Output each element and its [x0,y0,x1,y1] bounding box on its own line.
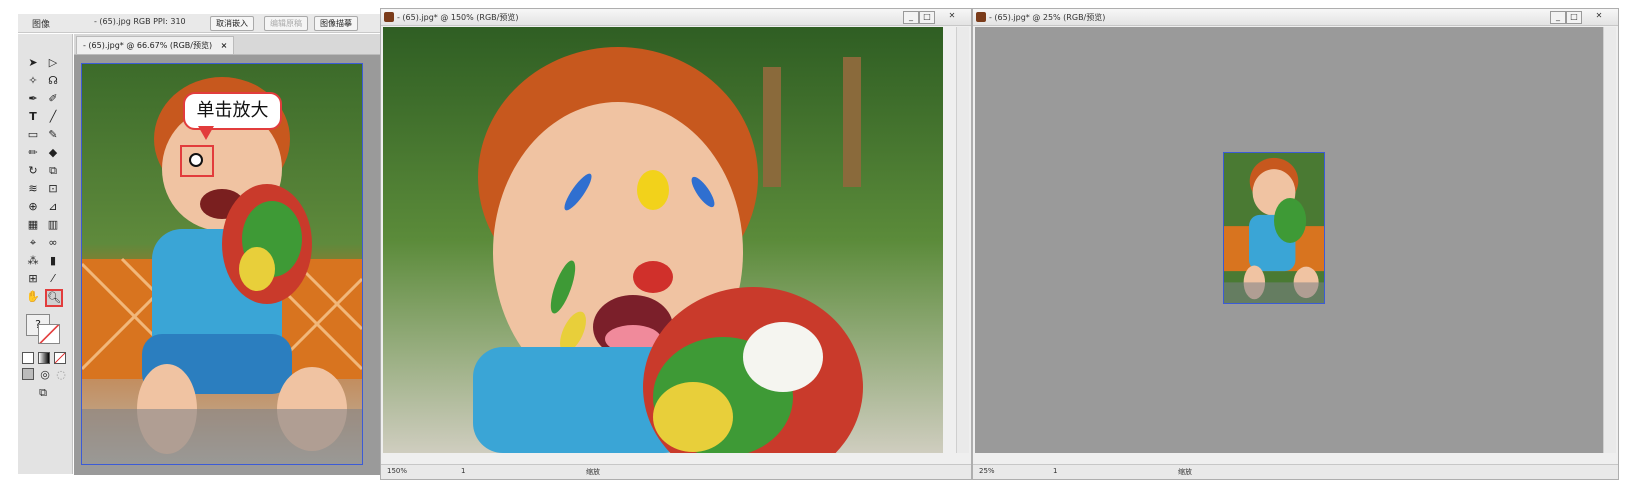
status-bar: 25% 1 缩放 [973,464,1618,479]
photo-image-150 [383,27,943,453]
document-window-25[interactable]: - (65).jpg* @ 25% (RGB/预览) _ □ ✕ 25% 1 缩… [972,8,1619,480]
cancel-embed-button[interactable]: 取消嵌入 [210,16,254,31]
zoomed-photo[interactable] [383,27,943,453]
gradient-tool-icon[interactable]: ▥ [46,218,60,232]
zoom-tool-icon[interactable]: 🔍︎ [45,289,63,307]
eraser-tool-icon[interactable]: ◆ [46,146,60,160]
mesh-tool-icon[interactable]: ▦ [26,218,40,232]
zoom-level-field[interactable]: 25% [979,467,995,475]
options-bar: 图像 - (65).jpg RGB PPI: 310 取消嵌入 编辑原稿 图像描… [18,14,380,33]
status-bar: 150% 1 缩放 [381,464,971,479]
draw-inside-icon[interactable]: ◌ [54,368,68,382]
blend-tool-icon[interactable]: ∞ [46,236,60,250]
photo-image-25 [1224,153,1324,303]
minimize-button[interactable]: _ [903,11,919,24]
rectangle-tool-icon[interactable]: ▭ [26,128,40,142]
direct-selection-icon[interactable]: ▷ [46,56,60,70]
shape-builder-icon[interactable]: ⊕ [26,200,40,214]
status-text: 缩放 [586,468,600,476]
window-title: - (65).jpg* @ 25% (RGB/预览) [989,13,1106,22]
screen-mode-icon[interactable]: ⧉ [34,386,52,400]
vertical-scrollbar[interactable] [1603,27,1616,453]
artboard-tool-icon[interactable]: ⊞ [26,272,40,286]
window-title-bar[interactable]: - (65).jpg* @ 150% (RGB/预览) _ □ ✕ [381,9,971,26]
draw-behind-icon[interactable]: ◎ [38,368,52,382]
width-tool-icon[interactable]: ≋ [26,182,40,196]
zoom-level-field[interactable]: 150% [387,467,407,475]
zoom-callout: 单击放大 [183,92,282,130]
scale-tool-icon[interactable]: ⧉ [46,164,60,178]
vertical-scrollbar[interactable] [956,27,969,453]
tools-panel: ➤ ▷ ✧ ☊ ✒ ✐ T ╱ ▭ ✎ ✏ ◆ ↻ ⧉ ≋ ⊡ ⊕ ⊿ ▦ ▥ … [18,34,73,474]
zoom-click-marker [180,145,214,177]
magic-wand-icon[interactable]: ✧ [26,74,40,88]
document-tab-bar: - (65).jpg* @ 66.67% (RGB/预览) × [74,34,380,55]
color-mode-icon[interactable] [22,352,34,364]
app-icon [384,12,394,22]
maximize-button[interactable]: □ [919,11,935,24]
status-text: 缩放 [1178,468,1192,476]
brush-tool-icon[interactable]: ✎ [46,128,60,142]
pencil-tool-icon[interactable]: ✏ [26,146,40,160]
stroke-swatch-icon[interactable] [38,324,60,344]
pen-tool-icon[interactable]: ✒ [26,92,40,106]
app-icon [976,12,986,22]
draw-normal-icon[interactable] [22,368,34,380]
placed-photo-small[interactable] [1223,152,1325,304]
window-title: - (65).jpg* @ 150% (RGB/预览) [397,13,519,22]
document-canvas[interactable] [975,27,1603,453]
panel-label: 图像 [32,20,51,30]
type-tool-icon[interactable]: T [26,110,40,124]
none-mode-icon[interactable] [54,352,66,364]
eyedropper-icon[interactable]: ⌖ [26,236,40,250]
zoom-cursor-icon [189,153,203,167]
slice-tool-icon[interactable]: ⁄ [46,272,60,286]
close-button[interactable]: ✕ [945,11,959,22]
document-window-150[interactable]: - (65).jpg* @ 150% (RGB/预览) _ □ ✕ 150% 1… [380,8,972,480]
symbol-sprayer-icon[interactable]: ⁂ [26,254,40,268]
document-tab[interactable]: - (65).jpg* @ 66.67% (RGB/预览) × [76,36,235,54]
page-number-field[interactable]: 1 [461,467,465,475]
edit-original-button[interactable]: 编辑原稿 [264,16,308,31]
curvature-icon[interactable]: ✐ [46,92,60,106]
rotate-tool-icon[interactable]: ↻ [26,164,40,178]
maximize-button[interactable]: □ [1566,11,1582,24]
page-number-field[interactable]: 1 [1053,467,1057,475]
column-graph-icon[interactable]: ▮ [46,254,60,268]
hand-tool-icon[interactable]: ✋ [26,290,40,304]
lasso-icon[interactable]: ☊ [46,74,60,88]
minimize-button[interactable]: _ [1550,11,1566,24]
gradient-mode-icon[interactable] [38,352,50,364]
doc-info: - (65).jpg RGB PPI: 310 [94,17,186,26]
perspective-grid-icon[interactable]: ⊿ [46,200,60,214]
close-button[interactable]: ✕ [1592,11,1606,22]
free-transform-icon[interactable]: ⊡ [46,182,60,196]
callout-tail [198,126,214,140]
window-title-bar[interactable]: - (65).jpg* @ 25% (RGB/预览) _ □ ✕ [973,9,1618,26]
line-tool-icon[interactable]: ╱ [46,110,60,124]
selection-tool-icon[interactable]: ➤ [26,56,40,70]
image-trace-button[interactable]: 图像描摹 [314,16,358,31]
tab-close-icon[interactable]: × [221,41,228,50]
document-tab-title: - (65).jpg* @ 66.67% (RGB/预览) [83,41,213,50]
